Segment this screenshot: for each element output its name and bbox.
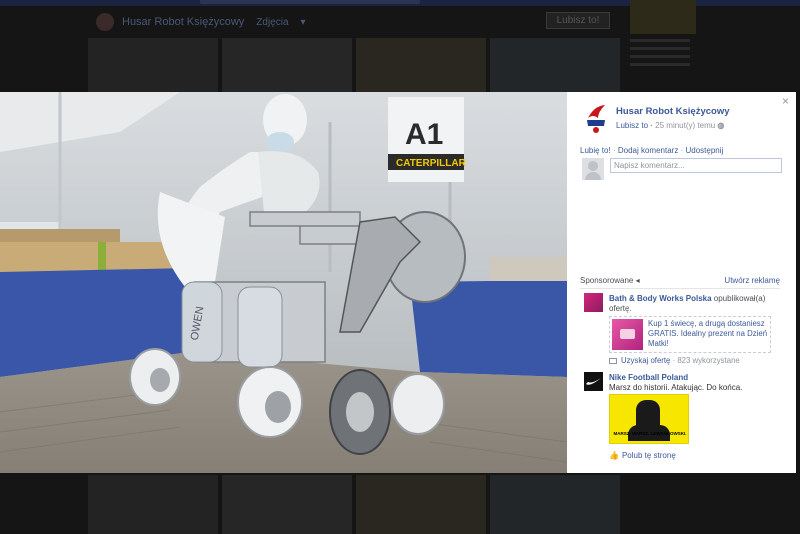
advertiser-logo[interactable] [584, 293, 603, 312]
photo-thumb[interactable] [88, 38, 218, 92]
advertiser-name[interactable]: Bath & Body Works Polska [609, 294, 712, 303]
post-like-status[interactable]: Lubisz to [616, 121, 648, 130]
sponsored-header: Sponsorowane ◂ Utwórz reklamę [580, 276, 780, 285]
create-ad-link[interactable]: Utwórz reklamę [724, 276, 780, 285]
photo-thumb[interactable] [356, 38, 486, 92]
photo-thumb[interactable] [222, 475, 352, 534]
advertiser-name[interactable]: Nike Football Poland [609, 373, 688, 382]
claim-offer-link[interactable]: Uzyskaj ofertę [621, 356, 670, 365]
photo-thumb[interactable] [222, 38, 352, 92]
sign-text: A1 [405, 118, 443, 151]
like-page-link[interactable]: 👍 Polub tę stronę [609, 451, 676, 460]
advertiser-logo[interactable] [584, 372, 603, 391]
close-icon[interactable]: × [782, 95, 789, 107]
photo-thumb[interactable] [88, 475, 218, 534]
page-logo-icon [96, 13, 114, 31]
globe-icon: ◍ [717, 121, 725, 130]
ad-image [630, 0, 696, 34]
page-header: Husar Robot Księżycowy Zdjęcia ▾ [88, 8, 620, 36]
ad-tagline: Marsz do historii. Atakując. Do końca. [609, 383, 743, 392]
photo-thumb[interactable] [356, 475, 486, 534]
photo-thumb[interactable] [490, 38, 620, 92]
page-avatar-icon[interactable] [584, 104, 608, 134]
photo-grid-bottom [88, 475, 620, 534]
lunar-rover-photo: A1 CATERPILLAR OWEN [0, 92, 567, 473]
ad-image[interactable]: MARSZ. MARSZ. LEWANDOWSKI. [609, 394, 689, 444]
claim-count: 823 wykorzystane [677, 356, 740, 365]
page-name[interactable]: Husar Robot Księżycowy [122, 16, 244, 28]
divider [580, 288, 780, 289]
ad-image-caption: MARSZ. MARSZ. LEWANDOWSKI. [613, 431, 687, 436]
sign-subtext: CATERPILLAR [396, 158, 467, 169]
page-like-button[interactable]: Lubisz to! [546, 12, 610, 29]
photo-grid-top [88, 38, 620, 92]
offer-card[interactable]: Kup 1 świecę, a drugą dostaniesz GRATIS.… [609, 316, 771, 353]
nike-swoosh-icon [586, 378, 601, 385]
post-author-name[interactable]: Husar Robot Księżycowy [616, 106, 730, 117]
right-column [630, 0, 710, 90]
share-link[interactable]: Udostępnij [685, 146, 723, 155]
post-meta: Lubisz to · 25 minut(y) temu ◍ [616, 121, 725, 130]
sponsored-label: Sponsorowane ◂ [580, 276, 640, 285]
user-avatar [582, 158, 604, 180]
megaphone-icon: ◂ [635, 276, 640, 285]
offer-thumbnail [612, 319, 643, 350]
like-link[interactable]: Lubię to! [580, 146, 611, 155]
offer-icon [609, 357, 617, 364]
search-bar[interactable] [200, 0, 420, 4]
comment-composer [582, 158, 782, 180]
post-actions: Lubię to! · Dodaj komentarz · Udostępnij [580, 146, 724, 155]
comment-link[interactable]: Dodaj komentarz [618, 146, 678, 155]
post-time[interactable]: 25 minut(y) temu [655, 121, 715, 130]
thumbs-up-icon: 👍 [609, 451, 619, 460]
photo-thumb[interactable] [490, 475, 620, 534]
tab-photos[interactable]: Zdjęcia [256, 17, 288, 28]
comment-input[interactable] [610, 158, 782, 173]
offer-claim: Uzyskaj ofertę · 823 wykorzystane [609, 356, 740, 365]
post-author: Husar Robot Księżycowy Lubisz to · 25 mi… [584, 104, 730, 134]
chevron-down-icon: ▾ [300, 16, 306, 28]
offer-text: Kup 1 świecę, a drugą dostaniesz GRATIS.… [648, 319, 768, 348]
theater-photo[interactable]: A1 CATERPILLAR OWEN [0, 92, 567, 473]
